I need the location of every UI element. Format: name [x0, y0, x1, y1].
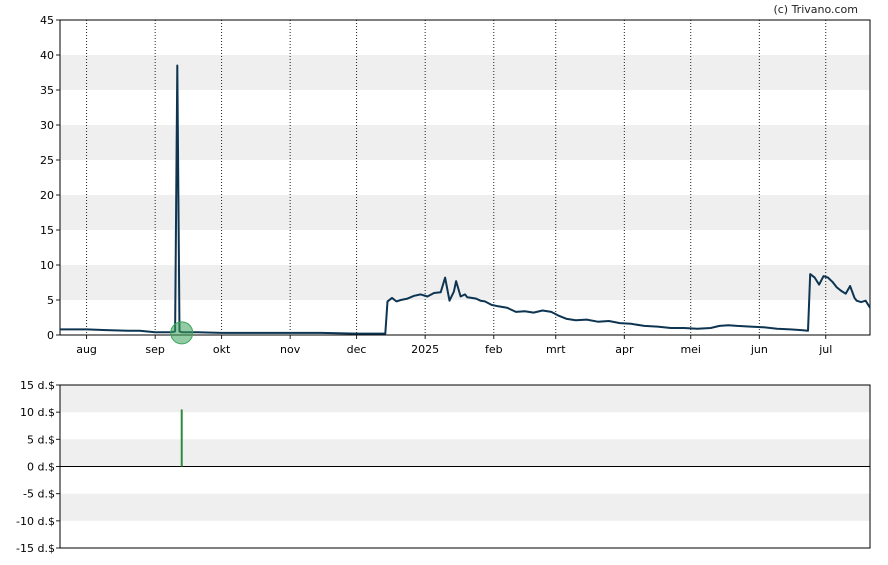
x-tick-label: nov [280, 343, 301, 356]
y-tick-label: 25 [40, 154, 54, 167]
grid-band [60, 55, 870, 90]
y-tick-label: 15 [40, 224, 54, 237]
x-tick-label: okt [213, 343, 231, 356]
y-tick-label: 0 [47, 329, 54, 342]
grid-band [60, 385, 870, 413]
y-tick-label: 0 d.$ [27, 461, 55, 474]
x-tick-label: aug [76, 343, 97, 356]
x-tick-label: dec [347, 343, 367, 356]
grid-band [60, 493, 870, 521]
chart-root: (c) Trivano.com aug sep okt nov dec 2025 feb mr… [16, 3, 871, 555]
price-line-chart: aug sep okt nov dec 2025 feb mrt apr mei jun jul051… [40, 14, 871, 356]
y-tick-label: 45 [40, 14, 54, 27]
x-tick-label: mrt [546, 343, 566, 356]
x-tick-label: mei [680, 343, 701, 356]
y-tick-label: 10 [40, 259, 54, 272]
x-tick-label: jun [750, 343, 768, 356]
dividend-marker [170, 321, 194, 345]
x-tick-label: jul [818, 343, 832, 356]
x-tick-label: apr [615, 343, 634, 356]
dividend-bar-chart: 15 d.$ 10 d.$ 5 d.$ 0 d.$ -5 d.$ -10 d.$ -15 d… [16, 379, 871, 555]
grid-band [60, 195, 870, 230]
y-tick-label: 35 [40, 84, 54, 97]
y-tick-label: -15 d.$ [16, 542, 55, 555]
y-tick-label: 15 d.$ [20, 379, 55, 392]
copyright-text: (c) Trivano.com [773, 3, 858, 16]
y-tick-label: 20 [40, 189, 54, 202]
y-tick-label: 5 d.$ [27, 433, 55, 446]
y-tick-label: -5 d.$ [23, 488, 55, 501]
y-tick-label: 10 d.$ [20, 406, 55, 419]
x-tick-label: feb [485, 343, 503, 356]
y-tick-label: 30 [40, 119, 54, 132]
x-tick-label: sep [145, 343, 164, 356]
x-tick-label: 2025 [411, 343, 439, 356]
y-tick-label: 5 [47, 294, 54, 307]
grid-band [60, 125, 870, 160]
y-tick-label: -10 d.$ [16, 515, 55, 528]
y-tick-label: 40 [40, 49, 54, 62]
